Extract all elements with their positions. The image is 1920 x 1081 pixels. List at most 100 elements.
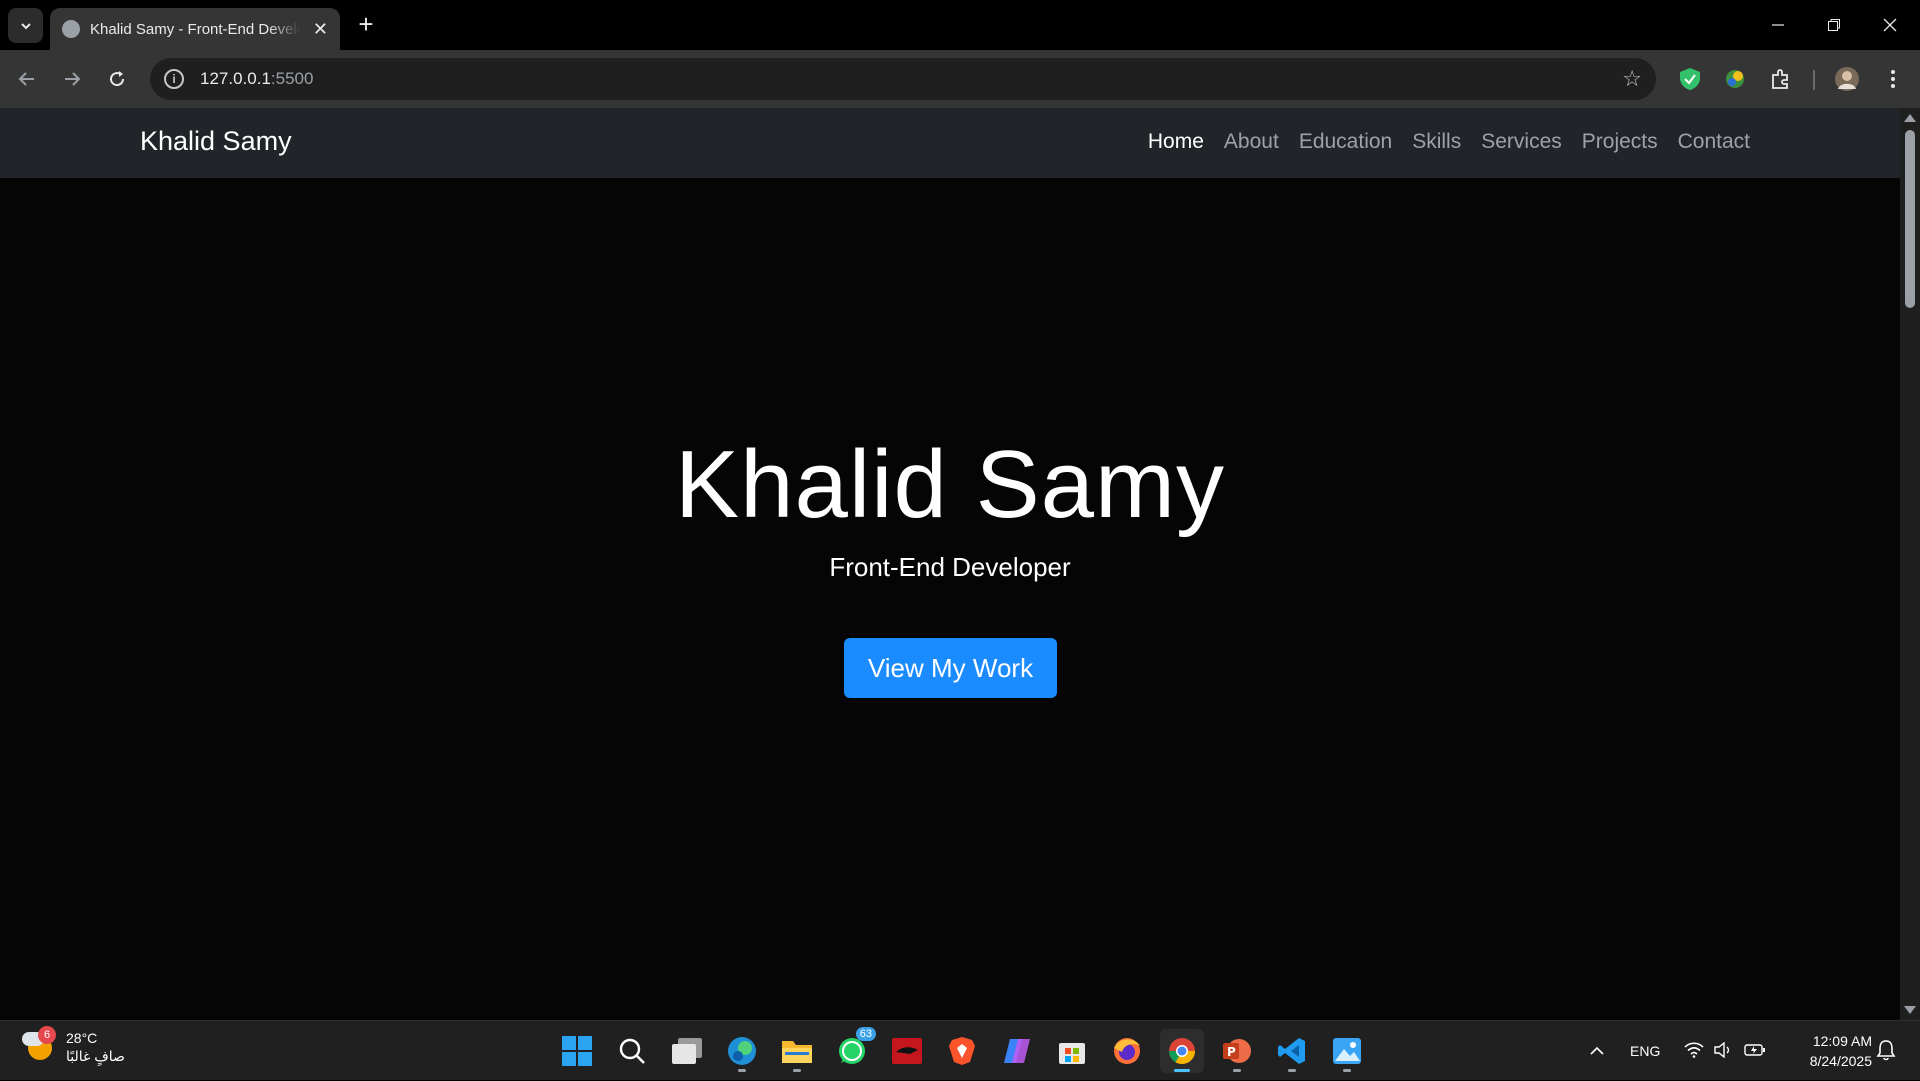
whatsapp-badge: 63: [855, 1027, 876, 1041]
volume-icon[interactable]: [1714, 1041, 1734, 1061]
edge-app[interactable]: [720, 1029, 764, 1073]
forward-button[interactable]: [55, 62, 89, 96]
clock-time: 12:09 AM: [1812, 1033, 1872, 1049]
temperature: 28°C: [66, 1030, 98, 1046]
notification-bell-icon[interactable]: [1876, 1039, 1896, 1066]
url-text[interactable]: 127.0.0.1:5500: [200, 69, 313, 89]
browser-menu-button[interactable]: [1876, 62, 1910, 96]
photos-app[interactable]: [1325, 1029, 1369, 1073]
weather-badge: 6: [38, 1026, 56, 1044]
clock[interactable]: 12:09 AM 8/24/2025: [1790, 1031, 1872, 1071]
chevron-down-icon: [20, 22, 31, 29]
firefox-icon: [1114, 1038, 1140, 1064]
nav-links: Home About Education Skills Services Pro…: [1148, 130, 1750, 154]
page-viewport: Khalid Samy Home About Education Skills …: [0, 108, 1900, 1020]
tab-title: Khalid Samy - Front-End Developer: [90, 20, 300, 38]
restore-icon: [1828, 19, 1840, 31]
chrome-icon: [1168, 1038, 1196, 1065]
minimize-button[interactable]: [1750, 0, 1806, 50]
toolbar-divider: [1813, 70, 1815, 90]
page-scrollbar[interactable]: [1900, 108, 1920, 1020]
start-button[interactable]: [555, 1029, 599, 1073]
edge-icon: [728, 1037, 756, 1065]
info-icon[interactable]: i: [164, 69, 184, 89]
nav-link-education[interactable]: Education: [1299, 130, 1392, 154]
close-window-button[interactable]: [1862, 0, 1918, 50]
nav-link-contact[interactable]: Contact: [1678, 130, 1750, 154]
vscode-app[interactable]: [1270, 1029, 1314, 1073]
site-brand[interactable]: Khalid Samy: [140, 126, 292, 157]
system-tray: ENG: [1590, 1021, 1766, 1081]
nav-link-about[interactable]: About: [1224, 130, 1279, 154]
folder-icon: [782, 1041, 812, 1063]
extensions-button[interactable]: [1764, 62, 1798, 96]
reload-icon: [110, 71, 125, 87]
more-vertical-icon: [1891, 70, 1895, 88]
weather-widget[interactable]: 6 28°C صافٍ غالبًا: [22, 1026, 125, 1065]
copilot-app[interactable]: [995, 1029, 1039, 1073]
scroll-down-arrow[interactable]: [1904, 1006, 1916, 1014]
tab-search-button[interactable]: [8, 8, 43, 43]
globe-extension-icon: [1726, 70, 1744, 88]
nav-link-home[interactable]: Home: [1148, 130, 1204, 154]
powerpoint-icon: P: [1223, 1039, 1251, 1063]
search-icon: [619, 1038, 645, 1064]
scroll-thumb[interactable]: [1905, 130, 1915, 308]
hero-title: Khalid Samy: [675, 431, 1225, 538]
arrow-left-icon: [18, 72, 34, 86]
restore-button[interactable]: [1806, 0, 1862, 50]
store-bag-icon: [1059, 1043, 1085, 1064]
close-icon: [1883, 18, 1897, 32]
task-view-icon: [672, 1038, 702, 1064]
hero-subtitle: Front-End Developer: [829, 552, 1071, 582]
firefox-app[interactable]: [1105, 1029, 1149, 1073]
site-navbar: Khalid Samy Home About Education Skills …: [0, 108, 1900, 178]
globe-extension-button[interactable]: [1718, 62, 1752, 96]
bookmark-star-icon[interactable]: ☆: [1622, 66, 1642, 92]
red-app[interactable]: [885, 1029, 929, 1073]
back-button[interactable]: [10, 62, 44, 96]
chrome-app[interactable]: [1160, 1029, 1204, 1073]
puzzle-icon: [1772, 69, 1788, 89]
avatar-icon: [1835, 67, 1859, 91]
weather-condition: صافٍ غالبًا: [66, 1048, 125, 1064]
red-app-icon: [892, 1038, 922, 1064]
svg-text:P: P: [1227, 1045, 1236, 1059]
brave-app[interactable]: [940, 1029, 984, 1073]
brave-lion-icon: [949, 1037, 975, 1065]
vscode-icon: [1278, 1038, 1305, 1064]
clock-date: 8/24/2025: [1809, 1053, 1872, 1069]
taskbar-apps: 63 P: [555, 1027, 1369, 1073]
weather-icon: 6: [22, 1026, 56, 1064]
search-button[interactable]: [610, 1029, 654, 1073]
view-my-work-button[interactable]: View My Work: [844, 638, 1057, 698]
whatsapp-app[interactable]: 63: [830, 1027, 876, 1073]
nav-link-projects[interactable]: Projects: [1582, 130, 1658, 154]
scroll-up-arrow[interactable]: [1904, 114, 1916, 122]
browser-toolbar: i 127.0.0.1:5500 ☆: [0, 50, 1920, 108]
copilot-icon: [1004, 1039, 1030, 1063]
windows-logo-icon: [562, 1036, 592, 1066]
wifi-icon[interactable]: [1684, 1041, 1704, 1061]
browser-tab-bar: Khalid Samy - Front-End Developer ✕ +: [0, 0, 1920, 50]
windows-taskbar: 6 28°C صافٍ غالبًا 63 P ENG 12:09 AM 8/2…: [0, 1020, 1920, 1080]
globe-icon: [62, 20, 80, 38]
task-view-button[interactable]: [665, 1029, 709, 1073]
store-app[interactable]: [1050, 1029, 1094, 1073]
close-icon[interactable]: ✕: [313, 20, 328, 38]
shield-extension-button[interactable]: [1673, 62, 1707, 96]
browser-tab[interactable]: Khalid Samy - Front-End Developer ✕: [50, 8, 340, 50]
reload-button[interactable]: [100, 62, 134, 96]
new-tab-button[interactable]: +: [352, 10, 380, 38]
file-explorer-app[interactable]: [775, 1029, 819, 1073]
language-indicator[interactable]: ENG: [1630, 1043, 1660, 1059]
chevron-up-icon[interactable]: [1590, 1043, 1604, 1059]
profile-avatar[interactable]: [1830, 62, 1864, 96]
powerpoint-app[interactable]: P: [1215, 1029, 1259, 1073]
address-bar[interactable]: i 127.0.0.1:5500 ☆: [150, 58, 1656, 100]
arrow-right-icon: [65, 72, 81, 86]
nav-link-services[interactable]: Services: [1481, 130, 1562, 154]
nav-link-skills[interactable]: Skills: [1412, 130, 1461, 154]
battery-icon[interactable]: [1744, 1042, 1766, 1061]
minimize-icon: [1772, 24, 1784, 26]
